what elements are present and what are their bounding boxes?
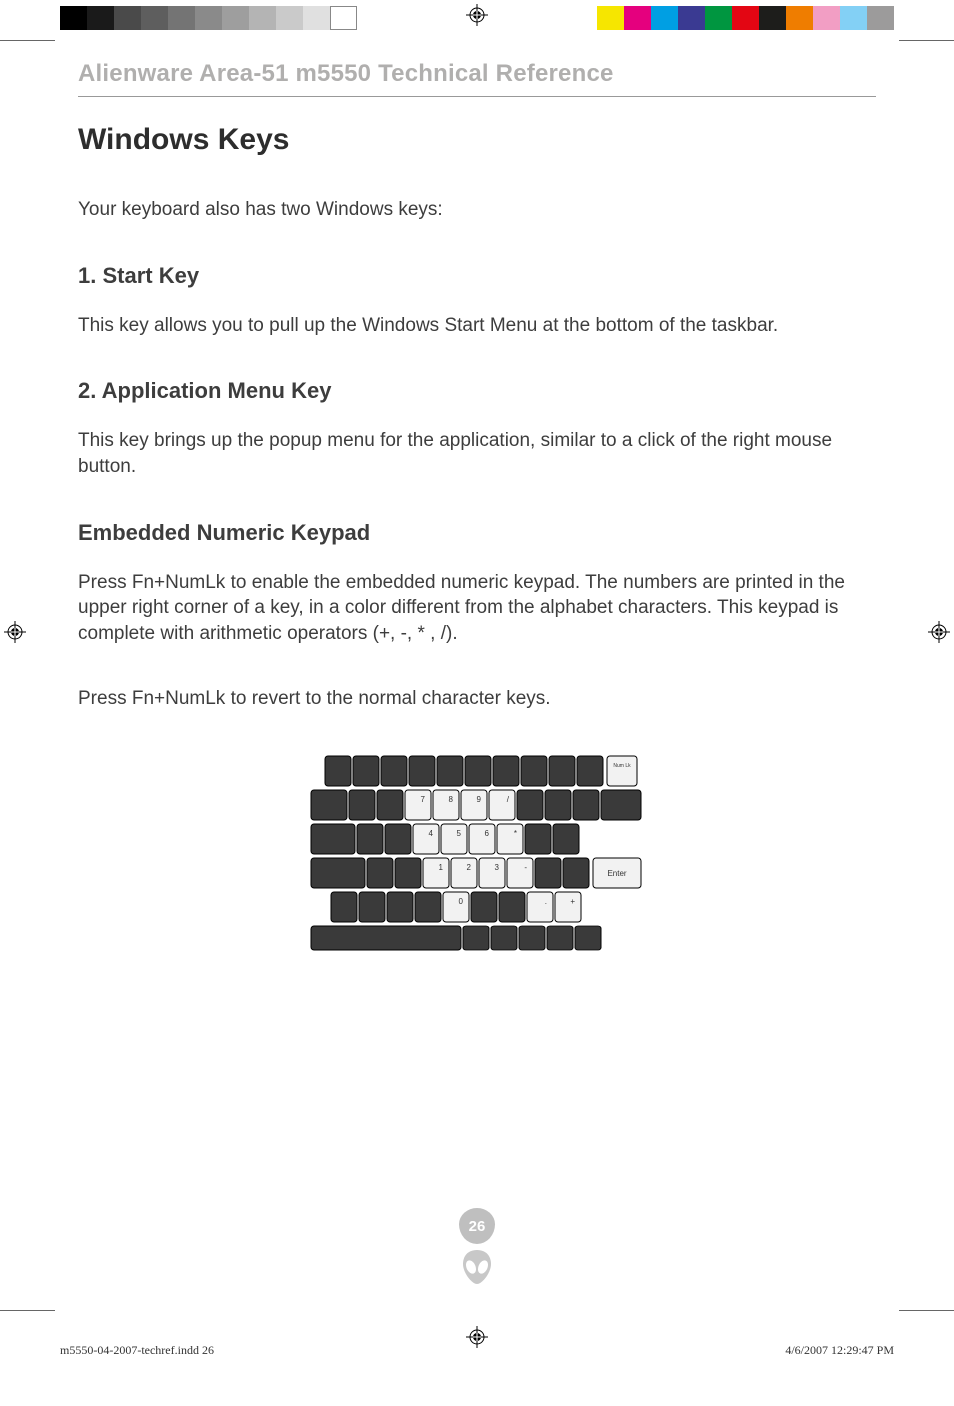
key-label: 3	[495, 863, 500, 872]
color-swatch	[705, 6, 732, 30]
key-label: 4	[429, 829, 434, 838]
key-label: +	[570, 897, 575, 906]
registration-mark-icon	[4, 621, 26, 643]
body-paragraph: This key brings up the popup menu for th…	[78, 428, 876, 479]
color-swatch	[786, 6, 813, 30]
color-swatch	[249, 6, 276, 30]
printer-colorbar-left	[60, 6, 357, 30]
body-paragraph: Press Fn+NumLk to enable the embedded nu…	[78, 570, 876, 647]
crop-mark	[0, 40, 55, 41]
key-label: 8	[449, 795, 454, 804]
color-swatch	[114, 6, 141, 30]
key-label: .	[545, 897, 547, 906]
key-label: 0	[459, 897, 464, 906]
color-swatch	[759, 6, 786, 30]
key-label: *	[514, 829, 517, 838]
crop-mark	[0, 1310, 55, 1311]
key-label: -	[524, 863, 527, 872]
color-swatch	[168, 6, 195, 30]
color-swatch	[276, 6, 303, 30]
key-label: 6	[485, 829, 490, 838]
key-label: 2	[467, 863, 472, 872]
key-label: 5	[457, 829, 462, 838]
color-swatch	[60, 6, 87, 30]
color-swatch	[732, 6, 759, 30]
printer-colorbar-right	[597, 6, 894, 30]
color-swatch	[813, 6, 840, 30]
color-swatch	[330, 6, 357, 30]
alien-head-icon	[459, 1248, 495, 1286]
body-paragraph: Press Fn+NumLk to revert to the normal c…	[78, 686, 876, 712]
key-label: 1	[439, 863, 444, 872]
keyboard-figure: Num Lk 7 8 9 / 4 5 6 *	[78, 752, 876, 952]
color-swatch	[597, 6, 624, 30]
registration-mark-icon	[928, 621, 950, 643]
registration-mark-icon	[466, 4, 488, 26]
section-heading: Embedded Numeric Keypad	[78, 520, 876, 546]
color-swatch	[195, 6, 222, 30]
color-swatch	[840, 6, 867, 30]
page-content: Alienware Area-51 m5550 Technical Refere…	[78, 60, 876, 952]
intro-paragraph: Your keyboard also has two Windows keys:	[78, 197, 876, 223]
color-swatch	[303, 6, 330, 30]
page-number-badge: 26	[459, 1208, 495, 1244]
body-paragraph: This key allows you to pull up the Windo…	[78, 313, 876, 339]
page-footer-badge: 26	[459, 1208, 495, 1286]
page-title: Windows Keys	[78, 123, 876, 157]
key-label-enter: Enter	[607, 869, 626, 878]
color-swatch	[87, 6, 114, 30]
color-swatch	[867, 6, 894, 30]
color-swatch	[651, 6, 678, 30]
imposition-footer: m5550-04-2007-techref.indd 26 4/6/2007 1…	[60, 1343, 894, 1358]
color-swatch	[141, 6, 168, 30]
page-number: 26	[469, 1218, 486, 1235]
imposition-file: m5550-04-2007-techref.indd 26	[60, 1343, 214, 1358]
color-swatch	[678, 6, 705, 30]
color-swatch	[222, 6, 249, 30]
section-heading: 2. Application Menu Key	[78, 378, 876, 404]
running-header: Alienware Area-51 m5550 Technical Refere…	[78, 60, 876, 97]
imposition-stamp: 4/6/2007 12:29:47 PM	[785, 1343, 894, 1358]
key-label-numlk: Num Lk	[613, 763, 631, 769]
key-label: 7	[421, 795, 426, 804]
key-label: 9	[477, 795, 482, 804]
color-swatch	[624, 6, 651, 30]
crop-mark	[899, 40, 954, 41]
crop-mark	[899, 1310, 954, 1311]
section-heading: 1. Start Key	[78, 263, 876, 289]
